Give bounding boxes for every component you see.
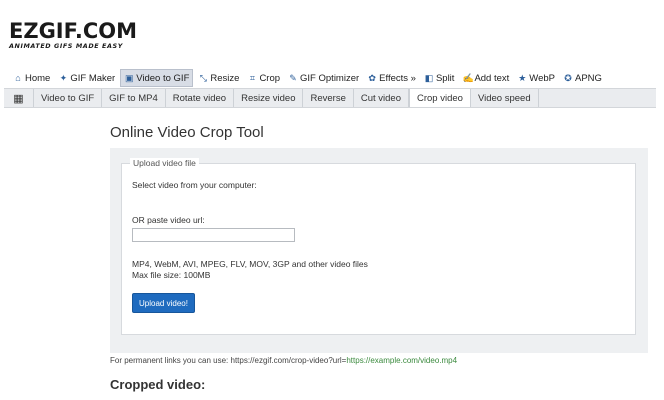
nav-item-gif-maker[interactable]: ✦ GIF Maker <box>55 69 118 87</box>
nav-item-label: GIF Maker <box>70 72 116 84</box>
nav-item-split[interactable]: ◧ Split <box>421 69 457 87</box>
resize-icon: ⤡ <box>199 73 207 83</box>
nav-item-video-to-gif[interactable]: ▣ Video to GIF <box>120 69 194 87</box>
tab-gif-to-mp4[interactable]: GIF to MP4 <box>102 89 166 107</box>
nav-item-label: Effects » <box>379 72 416 84</box>
add-text-icon: ✍ <box>462 73 474 83</box>
nav-item-resize[interactable]: ⤡ Resize <box>195 69 242 87</box>
select-file-label[interactable]: Select video from your computer: <box>132 180 257 190</box>
nav-item-label: Video to GIF <box>136 72 190 84</box>
video-icon: ▣ <box>124 73 134 83</box>
upload-panel: Upload video file Select video from your… <box>110 148 648 353</box>
optimizer-icon: ✎ <box>289 73 297 83</box>
permanent-link-example[interactable]: https://example.com/video.mp4 <box>346 356 457 365</box>
webp-icon: ★ <box>518 73 527 83</box>
nav-item-label: Home <box>25 72 51 84</box>
max-file-size-text: Max file size: 100MB <box>132 270 211 280</box>
nav-item-add-text[interactable]: ✍ Add text <box>459 69 512 87</box>
tab-video-speed[interactable]: Video speed <box>471 89 539 107</box>
nav-item-home[interactable]: ⌂ Home <box>10 69 53 87</box>
cropped-video-heading: Cropped video: <box>110 377 206 392</box>
nav-item-effects[interactable]: ✿ Effects » <box>364 69 419 87</box>
sub-nav: ▦ Video to GIF GIF to MP4 Rotate video Resi… <box>4 88 656 108</box>
nav-item-label: Crop <box>259 72 281 84</box>
upload-legend: Upload video file <box>130 158 199 168</box>
nav-item-gif-optimizer[interactable]: ✎ GIF Optimizer <box>285 69 362 87</box>
home-icon: ⌂ <box>15 73 21 83</box>
nav-item-webp[interactable]: ★ WebP <box>514 69 558 87</box>
nav-item-label: GIF Optimizer <box>300 72 360 84</box>
permanent-link-note: For permanent links you can use: https:/… <box>110 356 457 365</box>
supported-formats-text: MP4, WebM, AVI, MPEG, FLV, MOV, 3GP and … <box>132 259 368 269</box>
tab-video-to-gif[interactable]: Video to GIF <box>34 89 103 107</box>
tab-reverse[interactable]: Reverse <box>303 89 354 107</box>
upload-fieldset: Upload video file Select video from your… <box>121 158 636 335</box>
split-icon: ◧ <box>424 73 434 83</box>
crop-icon: ⌗ <box>249 73 255 83</box>
logo-tagline: ANIMATED GIFS MADE EASY <box>9 42 123 50</box>
nav-item-apng[interactable]: ✪ APNG <box>560 69 605 87</box>
effects-icon: ✿ <box>368 73 376 83</box>
tab-crop-video[interactable]: Crop video <box>409 89 471 107</box>
logo-wordmark: EZGIF.COM <box>9 19 138 43</box>
video-url-input[interactable] <box>132 228 295 242</box>
tab-cut-video[interactable]: Cut video <box>354 89 409 107</box>
upload-video-button[interactable]: Upload video! <box>132 293 195 313</box>
site-logo[interactable]: EZGIF.COM ANIMATED GIFS MADE EASY <box>9 19 138 51</box>
nav-item-label: APNG <box>575 72 602 84</box>
nav-item-label: WebP <box>529 72 555 84</box>
tab-resize-video[interactable]: Resize video <box>234 89 304 107</box>
main-nav: ⌂ Home ✦ GIF Maker ▣ Video to GIF ⤡ Resize ⌗ Crop… <box>10 68 607 88</box>
nav-item-crop[interactable]: ⌗ Crop <box>244 69 283 87</box>
nav-item-label: Add text <box>474 72 510 84</box>
nav-item-label: Resize <box>210 72 240 84</box>
nav-item-label: Split <box>435 72 455 84</box>
url-label: OR paste video url: <box>132 215 205 225</box>
apng-icon: ✪ <box>564 73 572 83</box>
film-icon[interactable]: ▦ <box>4 89 34 107</box>
permanent-link-prefix: For permanent links you can use: https:/… <box>110 356 347 365</box>
gif-maker-icon: ✦ <box>59 73 68 83</box>
page-title: Online Video Crop Tool <box>110 124 264 141</box>
tab-rotate-video[interactable]: Rotate video <box>166 89 235 107</box>
